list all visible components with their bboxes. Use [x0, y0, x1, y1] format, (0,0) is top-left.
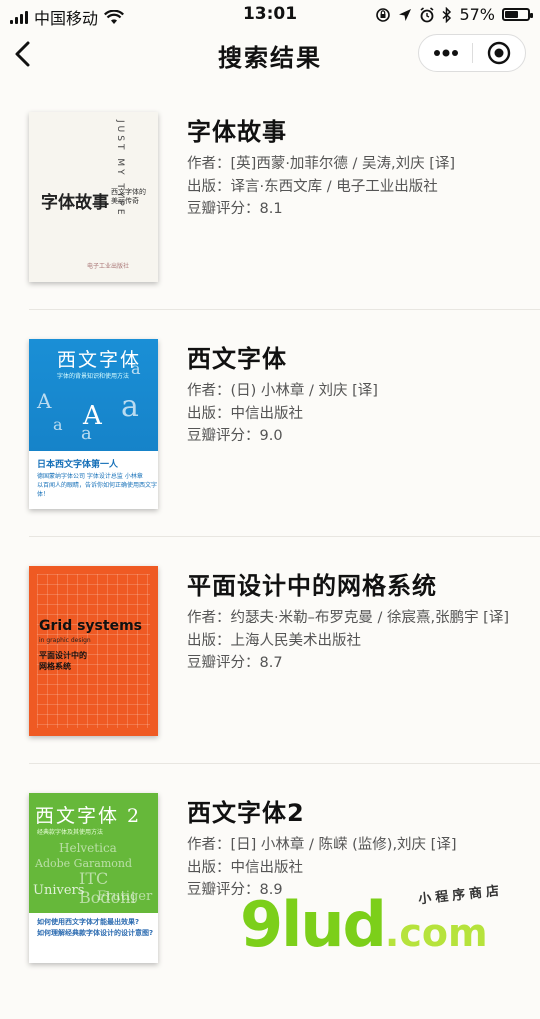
divider: [29, 536, 540, 537]
mini-program-capsule: [418, 34, 526, 72]
book-list-item[interactable]: JUST MY TYPE 字体故事 西文字体的 美丽传奇 电子工业出版社 字体故事…: [0, 112, 540, 338]
navigation-bar: 搜索结果: [0, 30, 540, 78]
book-meta: 作者：[英]西蒙·加菲尔德 / 吴涛,刘庆 [译] 出版：译言·东西文库 / 电…: [187, 153, 455, 221]
cover-title: 字体故事: [41, 193, 109, 213]
book-title: 字体故事: [187, 118, 287, 146]
watermark: 9lud.com 小程序商店: [240, 884, 504, 961]
cover-band-title: 日本西文字体第一人: [37, 460, 119, 470]
book-info: 平面设计中的网格系统 作者：约瑟夫·米勒–布罗克曼 / 徐宸熹,张鹏宇 [译] …: [187, 566, 509, 675]
divider: [29, 309, 540, 310]
more-options-button[interactable]: [419, 34, 472, 72]
battery-icon: [502, 8, 533, 21]
cover-title: 西文字体: [57, 349, 142, 371]
location-icon: [399, 8, 412, 21]
cover-title: Grid systems: [39, 618, 142, 634]
battery-percent: 57%: [459, 5, 495, 24]
status-bar: 中国移动 13:01 57%: [0, 0, 540, 30]
cover-subtitle: 字体的背景知识和使用方法: [57, 373, 130, 380]
cover-subtitle: 经典款字体及其使用方法: [37, 829, 104, 836]
book-info: 西文字体2 作者：[日] 小林章 / 陈嵘 (监修),刘庆 [译] 出版：中信出…: [187, 793, 456, 902]
book-rating: 豆瓣评分：8.7: [187, 655, 283, 671]
cover-band-line: 以百闻人的眼睛，告诉你如何正确使用西文字体！: [37, 482, 158, 498]
book-cover: Grid systems in graphic design 平面设计中的 网格…: [29, 566, 158, 736]
more-dots-icon: [433, 49, 458, 57]
cover-subtitle: 西文字体的 美丽传奇: [111, 188, 146, 205]
cover-question: 如何理解经典款字体设计的设计意图?: [37, 929, 154, 937]
book-cover: JUST MY TYPE 字体故事 西文字体的 美丽传奇 电子工业出版社: [29, 112, 158, 282]
cover-subtitle: in graphic design: [39, 637, 91, 644]
watermark-logo: 9lud: [240, 888, 387, 961]
alarm-icon: [420, 6, 434, 22]
book-publisher: 出版：中信出版社: [187, 405, 303, 422]
book-author: 作者：[日] 小林章 / 陈嵘 (监修),刘庆 [译]: [187, 837, 457, 853]
watermark-domain: .com: [384, 911, 488, 955]
book-info: 字体故事 作者：[英]西蒙·加菲尔德 / 吴涛,刘庆 [译] 出版：译言·东西文…: [187, 112, 455, 221]
book-rating: 豆瓣评分：8.1: [187, 201, 283, 217]
book-publisher: 出版：上海人民美术出版社: [187, 632, 361, 649]
book-author: 作者：[英]西蒙·加菲尔德 / 吴涛,刘庆 [译]: [187, 156, 456, 172]
book-publisher: 出版：中信出版社: [187, 859, 303, 876]
rotation-lock-icon: [376, 7, 391, 22]
book-author: 作者：约瑟夫·米勒–布罗克曼 / 徐宸熹,张鹏宇 [译]: [187, 610, 509, 626]
book-cover: A a A a a a 西文字体 字体的背景知识和使用方法 日本西文字体第一人 …: [29, 339, 158, 509]
book-list-item[interactable]: Grid systems in graphic design 平面设计中的 网格…: [0, 566, 540, 792]
cover-title: 西文字体 2: [35, 805, 142, 827]
bluetooth-icon: [442, 6, 452, 23]
target-icon: [487, 41, 511, 65]
cover-publisher: 电子工业出版社: [87, 263, 130, 270]
book-publisher: 出版：译言·东西文库 / 电子工业出版社: [187, 178, 438, 195]
divider: [29, 763, 540, 764]
book-info: 西文字体 作者：(日) 小林章 / 刘庆 [译] 出版：中信出版社 豆瓣评分：9…: [187, 339, 378, 448]
book-cover: Helvetica Adobe Garamond ITC Bodoni Univ…: [29, 793, 158, 963]
book-rating: 豆瓣评分：9.0: [187, 428, 283, 444]
cover-question: 如何使用西文字体才能最出效果?: [37, 918, 140, 926]
book-meta: 作者：(日) 小林章 / 刘庆 [译] 出版：中信出版社 豆瓣评分：9.0: [187, 380, 378, 448]
book-title: 西文字体2: [187, 799, 305, 827]
cover-band-line: 德国蒙纳字体公司 字体设计总监 小林章: [37, 473, 143, 480]
book-author: 作者：(日) 小林章 / 刘庆 [译]: [187, 383, 378, 399]
cover-cn-title: 网格系统: [39, 662, 71, 671]
book-title: 平面设计中的网格系统: [187, 572, 437, 600]
book-list-item[interactable]: A a A a a a 西文字体 字体的背景知识和使用方法 日本西文字体第一人 …: [0, 339, 540, 565]
cover-cn-title: 平面设计中的: [39, 651, 87, 660]
book-meta: 作者：约瑟夫·米勒–布罗克曼 / 徐宸熹,张鹏宇 [译] 出版：上海人民美术出版…: [187, 607, 509, 675]
book-title: 西文字体: [187, 345, 287, 373]
close-mini-program-button[interactable]: [473, 34, 525, 72]
